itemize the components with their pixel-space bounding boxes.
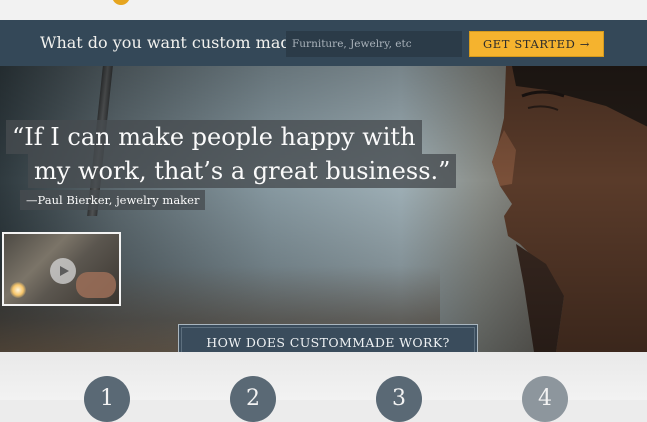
quote-attribution: —Paul Bierker, jewelry maker [20,190,206,210]
steps-section: 1 2 3 4 [0,352,647,422]
maker-hand [76,272,116,298]
hero-banner: “If I can make people happy with my work… [0,66,647,352]
get-started-button[interactable]: GET STARTED → [469,31,604,57]
custom-search-bar: What do you want custom made? GET STARTE… [0,20,647,66]
top-header-strip [0,0,647,20]
play-icon[interactable] [50,258,76,284]
torch-flame [10,282,26,298]
search-input[interactable] [286,31,462,57]
step-badge-1: 1 [84,376,130,422]
site-logo[interactable] [112,0,130,5]
video-thumbnail[interactable] [2,232,121,306]
step-badge-3: 3 [376,376,422,422]
quote-line-1: “If I can make people happy with [6,120,422,154]
quote-line-2: my work, that’s a great business.” [28,154,457,188]
search-question: What do you want custom made? [40,33,309,52]
step-badge-4: 4 [522,376,568,422]
step-badge-2: 2 [230,376,276,422]
